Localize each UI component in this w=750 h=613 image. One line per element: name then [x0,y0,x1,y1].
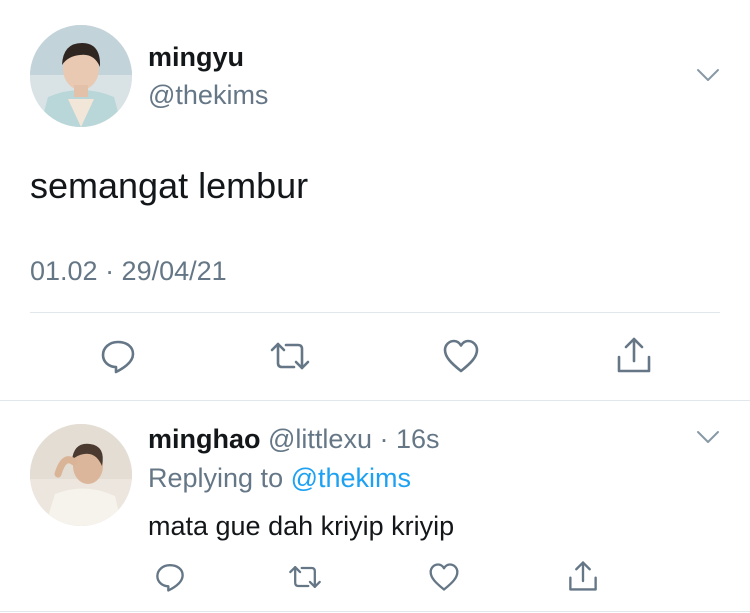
reply-button[interactable] [153,560,187,594]
speech-bubble-icon [101,340,135,374]
tweet-thread: mingyu @thekims semangat lembur 01.02 · … [0,0,750,613]
retweet-icon [270,342,310,370]
replying-mention-link[interactable]: @thekims [291,463,411,493]
avatar-mingyu[interactable] [30,25,132,127]
chevron-down-icon[interactable] [696,430,720,444]
reply-author-display-name[interactable]: minghao [148,424,261,454]
reply-separator: · [371,424,396,454]
avatar-minghao[interactable] [30,424,132,526]
reply-header: minghao @littlexu · 16s [148,424,440,455]
share-button[interactable] [614,334,654,376]
like-button[interactable] [441,336,481,376]
retweet-icon [289,566,321,588]
share-button[interactable] [566,558,600,594]
speech-bubble-icon [156,564,184,592]
share-icon [569,561,597,591]
retweet-button[interactable] [286,560,324,594]
replying-to: Replying to @thekims [148,463,411,494]
like-button[interactable] [427,560,461,594]
avatar-photo [30,424,132,526]
reply-button[interactable] [98,336,138,376]
heart-icon [429,563,459,591]
retweet-button[interactable] [268,336,312,376]
divider [0,611,750,612]
chevron-down-icon[interactable] [696,68,720,82]
heart-icon [443,339,479,373]
replying-prefix: Replying to [148,463,291,493]
reply-text: mata gue dah kriyip kriyip [148,511,455,541]
tweet-timestamp[interactable]: 01.02 · 29/04/21 [30,256,227,287]
divider [30,312,720,313]
tweet-text: semangat lembur [30,165,309,206]
divider [0,400,750,401]
reply-author-handle[interactable]: @littlexu [268,424,372,454]
share-icon [617,337,651,373]
author-display-name[interactable]: mingyu [148,42,244,73]
avatar-photo [30,25,132,127]
author-handle[interactable]: @thekims [148,80,268,111]
reply-time: 16s [395,424,440,454]
